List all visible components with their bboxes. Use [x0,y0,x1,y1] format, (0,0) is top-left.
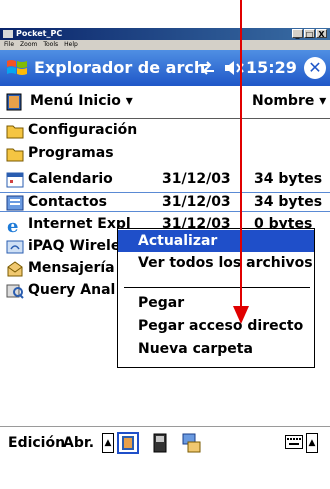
storage-card-icon[interactable] [152,433,168,453]
query-analyzer-icon [6,284,24,299]
file-name: Calendario [28,171,113,187]
host-close-button[interactable]: X [316,29,327,39]
file-size: 34 bytes [254,171,323,187]
calendar-icon [6,172,24,188]
clock[interactable]: 15:29 [246,50,297,86]
my-documents-icon[interactable] [117,432,139,454]
folder-icon [6,125,24,139]
file-name: Contactos [28,194,107,210]
volume-icon[interactable] [223,60,245,76]
sort-dropdown[interactable]: Nombre ▾ [252,93,326,109]
app-title: Explorador de arch [34,58,206,77]
menu-zoom[interactable]: Zoom [20,40,37,50]
pocketpc-window-icon [3,30,13,38]
input-panel-arrow-button[interactable]: ▲ [306,433,318,453]
windows-start-icon[interactable] [5,56,29,80]
folder-icon [6,148,24,162]
open-menu-button[interactable]: Abr. [63,435,94,451]
close-button[interactable]: ✕ [304,57,326,79]
menu-item-pegar[interactable]: Pegar [118,292,314,314]
contacts-icon [6,195,24,211]
minimize-button[interactable]: _ [292,29,303,39]
messaging-icon [7,261,23,277]
edit-menu-button[interactable]: Edición [8,435,65,451]
menu-item-actualizar[interactable]: Actualizar [118,230,314,252]
file-name: Internet Expl [28,216,131,232]
menu-help[interactable]: Help [64,40,78,50]
maximize-button[interactable]: □ [304,29,315,39]
internet-explorer-icon: e [7,217,18,233]
network-icon[interactable] [180,432,202,454]
host-window-controls: _ □ X [292,29,327,39]
file-date: 31/12/03 [162,194,231,210]
navigation-bar: Explorador de arch 15:29 ✕ [0,50,330,86]
folder-menu-icon [6,93,22,111]
list-item[interactable]: Contactos 31/12/03 34 bytes [0,192,330,212]
menu-item-pegar-acceso-directo[interactable]: Pegar acceso directo [118,315,314,337]
context-menu: Actualizar Ver todos los archivos Pegar … [117,228,315,368]
menu-separator [124,287,310,288]
up-arrow-button[interactable]: ▲ [102,433,114,453]
host-window-title: Pocket_PC [16,29,63,38]
file-name: Query Anal [28,282,116,298]
file-date: 31/12/03 [162,171,231,187]
ipaq-wireless-icon [6,240,24,254]
svg-text:e: e [7,217,18,233]
file-name: Configuración [28,122,138,138]
menu-item-ver-todos[interactable]: Ver todos los archivos [118,252,314,274]
host-menubar: File Zoom Tools Help [0,40,330,50]
file-name: Programas [28,145,114,161]
file-name: Mensajería [28,260,115,276]
folder-dropdown[interactable]: Menú Inicio ▾ [30,93,133,109]
header-divider [0,118,330,119]
menu-tools[interactable]: Tools [43,40,58,50]
menu-file[interactable]: File [4,40,14,50]
list-item[interactable]: Configuración [0,121,330,141]
connectivity-icon[interactable] [198,59,216,77]
command-bar: Edición Abr. ▲ ▲ [0,426,330,461]
keyboard-icon[interactable] [285,435,303,449]
list-item[interactable]: Programas [0,144,330,164]
menu-item-nueva-carpeta[interactable]: Nueva carpeta [118,338,314,360]
file-size: 34 bytes [254,194,323,210]
list-item[interactable]: Calendario 31/12/03 34 bytes [0,170,330,190]
host-window-titlebar: Pocket_PC _ □ X [0,28,330,40]
explorer-header: Menú Inicio ▾ Nombre ▾ [0,88,330,116]
file-name: iPAQ Wirele [28,238,121,254]
